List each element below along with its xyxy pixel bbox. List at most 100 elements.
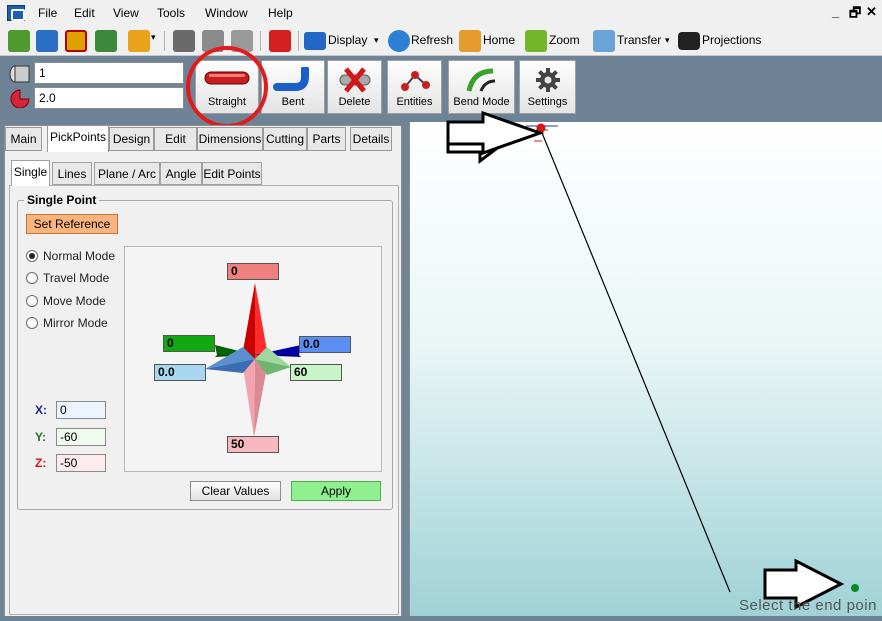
bottom-border (0, 616, 882, 621)
diameter-field[interactable]: 2.0 (34, 87, 184, 109)
compass-green-value[interactable]: 0 (163, 335, 215, 352)
compass-top-value[interactable]: 0 (227, 263, 279, 280)
highlight-circle (186, 46, 268, 128)
subtab-lines[interactable]: Lines (52, 162, 92, 185)
z-input[interactable]: -50 (56, 454, 106, 472)
move-mode-radio[interactable] (26, 295, 38, 307)
entities-icon (400, 71, 430, 91)
delete-icon (339, 67, 370, 93)
x-input[interactable]: 0 (56, 401, 106, 419)
zoom-button[interactable]: Zoom (549, 33, 580, 47)
display-button[interactable]: Display (328, 33, 367, 47)
home-icon[interactable] (459, 30, 481, 52)
home-button[interactable]: Home (483, 33, 515, 47)
tab-cutting[interactable]: Cutting (263, 127, 307, 151)
minimize-icon[interactable]: _ (832, 4, 839, 19)
y-input[interactable]: -60 (56, 428, 106, 446)
bent-pipe-icon (273, 67, 309, 91)
top-arrow-icon (446, 110, 545, 156)
mirror-mode-label: Mirror Mode (43, 316, 108, 330)
zoom-icon[interactable] (525, 30, 547, 52)
toolbar: ▾ Display ▾ Refresh Home Zoom Transfer ▾… (0, 26, 882, 56)
new-file-icon[interactable] (8, 30, 30, 52)
single-point-title: Single Point (24, 193, 100, 207)
normal-mode-radio[interactable] (26, 250, 38, 262)
transfer-icon[interactable] (593, 30, 615, 52)
tab-dimensions[interactable]: Dimensions (197, 127, 263, 151)
subtab-plane-arc[interactable]: Plane / Arc (94, 162, 160, 185)
apply-button[interactable]: Apply (291, 481, 381, 501)
mirror-mode-radio[interactable] (26, 317, 38, 329)
3d-viewport[interactable] (409, 122, 882, 616)
compass-lightblue-value[interactable]: 0.0 (154, 364, 206, 381)
menu-file[interactable]: File (38, 6, 57, 20)
drawn-line (539, 127, 731, 593)
tab-details[interactable]: Details (350, 127, 392, 151)
toolbar-separator (164, 31, 165, 51)
settings-label: Settings (527, 96, 568, 108)
y-label: Y: (35, 430, 47, 444)
set-reference-button[interactable]: Set Reference (26, 214, 118, 234)
travel-mode-label: Travel Mode (43, 271, 110, 285)
subtab-single[interactable]: Single (11, 160, 50, 186)
settings-button[interactable]: Settings (519, 60, 576, 114)
close-icon[interactable]: ✕ (866, 4, 877, 20)
camera-icon[interactable] (678, 32, 700, 50)
tab-parts[interactable]: Parts (307, 127, 346, 151)
compass-bottom-value[interactable]: 50 (227, 436, 279, 453)
open-icon[interactable] (36, 30, 58, 52)
entities-button[interactable]: Entities (387, 60, 442, 114)
menu-help[interactable]: Help (268, 6, 293, 20)
refresh-button[interactable]: Refresh (411, 33, 453, 47)
transfer-dropdown-icon[interactable]: ▾ (665, 35, 670, 46)
bend-mode-icon (466, 68, 495, 92)
status-message: Select the end poin (739, 597, 877, 614)
software-icon[interactable] (269, 30, 291, 52)
display-icon[interactable] (304, 32, 326, 50)
save-icon[interactable] (173, 30, 195, 52)
diameter-icon (10, 89, 30, 108)
menu-window[interactable]: Window (205, 6, 248, 20)
module-icon[interactable] (65, 30, 87, 52)
bent-label: Bent (281, 96, 305, 108)
display-dropdown-icon[interactable]: ▾ (374, 35, 379, 46)
bend-mode-button[interactable]: Bend Mode (448, 60, 515, 114)
clear-values-button[interactable]: Clear Values (190, 481, 281, 501)
direction-compass: 0 0 0.0 0.0 60 50 (124, 246, 382, 472)
projections-button[interactable]: Projections (702, 33, 761, 47)
menu-bar: File Edit View Tools Window Help _ 🗗 ✕ (0, 0, 882, 26)
toolbar-separator (298, 31, 299, 51)
export-dropdown-icon[interactable]: ▾ (151, 32, 156, 43)
tab-design[interactable]: Design (109, 127, 154, 151)
transfer-button[interactable]: Transfer (617, 33, 661, 47)
tab-main[interactable]: Main (5, 127, 42, 151)
menu-edit[interactable]: Edit (74, 6, 95, 20)
tab-pickpoints[interactable]: PickPoints (47, 125, 109, 152)
tab-edit[interactable]: Edit (154, 127, 197, 151)
entities-label: Entities (396, 96, 433, 108)
render-icon[interactable] (95, 30, 117, 52)
viewport-canvas (446, 122, 859, 610)
bend-mode-label: Bend Mode (453, 96, 510, 108)
toolbar-separator (260, 31, 261, 51)
delete-label: Delete (338, 96, 371, 108)
move-mode-label: Move Mode (43, 294, 106, 308)
pipe-count-field[interactable]: 1 (34, 62, 184, 84)
menu-view[interactable]: View (113, 6, 139, 20)
x-label: X: (35, 403, 47, 417)
refresh-icon[interactable] (388, 30, 410, 52)
bent-button[interactable]: Bent (261, 60, 325, 114)
app-logo-icon (7, 5, 25, 21)
compass-blue-value[interactable]: 0.0 (299, 336, 351, 353)
restore-icon[interactable]: 🗗 (849, 4, 861, 26)
pipe-count-icon (9, 65, 30, 83)
export-icon[interactable] (128, 30, 150, 52)
subtab-angle[interactable]: Angle (160, 162, 202, 185)
compass-lightgreen-value[interactable]: 60 (290, 364, 342, 381)
normal-mode-label: Normal Mode (43, 249, 116, 263)
ribbon: 1 2.0 Straight Bent Delete Entities Bend… (0, 56, 882, 116)
travel-mode-radio[interactable] (26, 272, 38, 284)
subtab-edit-points[interactable]: Edit Points (202, 162, 262, 185)
delete-button[interactable]: Delete (327, 60, 382, 114)
menu-tools[interactable]: Tools (157, 6, 185, 20)
